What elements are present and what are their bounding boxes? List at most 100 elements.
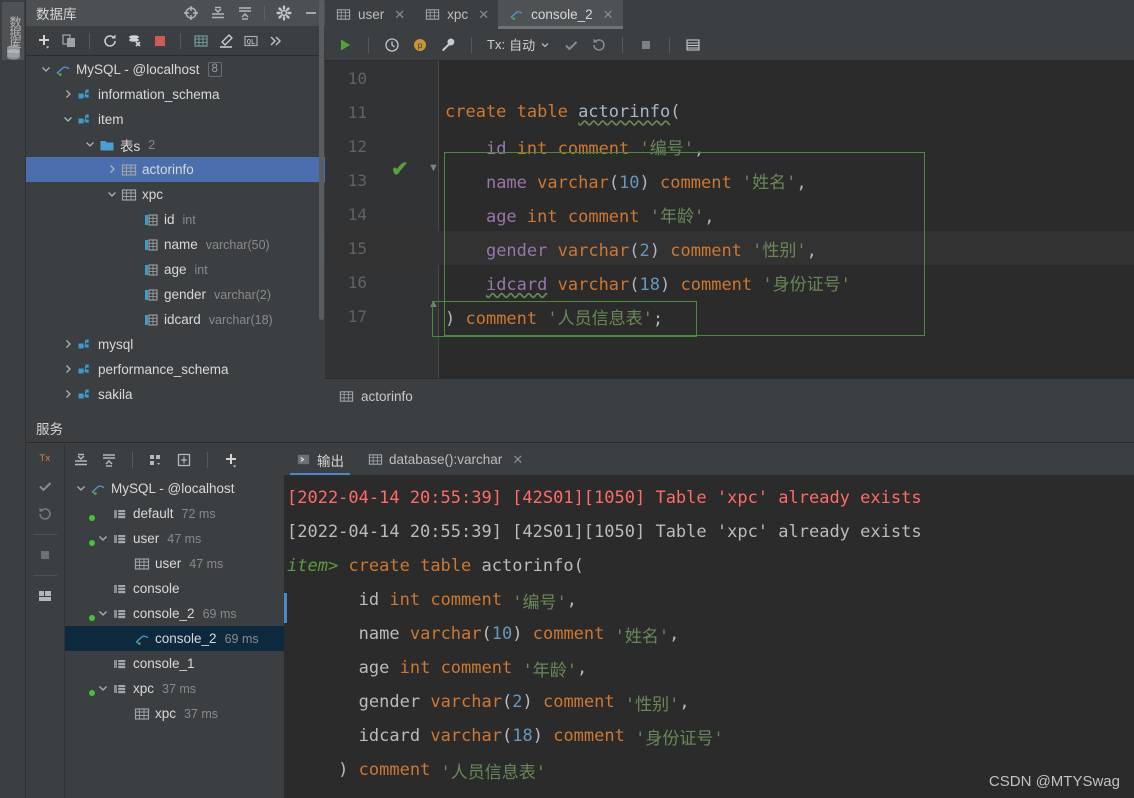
chevron-down-icon[interactable] <box>106 188 119 201</box>
tree-item-information_schema[interactable]: information_schema <box>26 82 325 107</box>
chevron-down-icon[interactable] <box>97 607 110 620</box>
code-line[interactable]: 13 name varchar(10) comment '姓名', <box>325 163 1134 197</box>
crosshair-locate-icon[interactable] <box>183 5 199 21</box>
stop-icon[interactable] <box>37 547 53 563</box>
editor-tab-console_2[interactable]: console_2 ✕ <box>498 0 624 29</box>
chevron-right-icon[interactable] <box>62 88 75 101</box>
run-icon[interactable] <box>337 37 353 53</box>
service-tree-item-xpc[interactable]: xpc 37 ms <box>65 701 284 726</box>
chevron-down-icon[interactable] <box>75 482 88 495</box>
history-icon[interactable] <box>384 37 400 53</box>
tree-item-actorinfo[interactable]: actorinfo <box>26 157 325 182</box>
tree-item-gender[interactable]: gender varchar(2) <box>26 282 325 307</box>
code-line[interactable]: 11 create table actorinfo( <box>325 95 1134 129</box>
service-tree-item-console_2[interactable]: console_2 69 ms <box>65 601 284 626</box>
tree-item-performance_schema[interactable]: performance_schema <box>26 357 325 382</box>
layout-icon[interactable] <box>37 588 53 604</box>
tree-item-mysql[interactable]: mysql <box>26 332 325 357</box>
rollback-icon[interactable] <box>591 37 607 53</box>
close-icon[interactable]: ✕ <box>394 7 405 23</box>
service-tree-item-user[interactable]: user 47 ms <box>65 526 284 551</box>
commit-check-icon[interactable] <box>37 478 53 494</box>
database-icon[interactable] <box>5 44 22 61</box>
expand-all-icon[interactable] <box>210 5 226 21</box>
code-line[interactable]: 12 id int comment '编号', <box>325 129 1134 163</box>
close-icon[interactable]: ✕ <box>603 7 614 23</box>
service-tree-item-user[interactable]: user 47 ms <box>65 551 284 576</box>
service-tree-item-console_1[interactable]: console_1 <box>65 651 284 676</box>
new-window-icon[interactable] <box>176 452 192 468</box>
tree-item-age[interactable]: age int <box>26 257 325 282</box>
chevron-down-icon[interactable] <box>40 63 53 76</box>
code-line[interactable]: 10 <box>325 61 1134 95</box>
commit-icon[interactable] <box>563 37 579 53</box>
result-tab-actorinfo[interactable]: actorinfo <box>325 379 427 413</box>
chevron-right-icon[interactable] <box>62 338 75 351</box>
database-tree[interactable]: MySQL - @localhost 8 information_schema ite… <box>26 57 325 413</box>
sql-editor[interactable]: 10 11 create table actorinfo(12 id int com… <box>325 61 1134 378</box>
service-tree-item-default[interactable]: default 72 ms <box>65 501 284 526</box>
more-chevrons-icon[interactable] <box>268 33 284 49</box>
tree-item-xpc[interactable]: xpc <box>26 182 325 207</box>
code-line[interactable]: 16 idcard varchar(18) comment '身份证号' <box>325 265 1134 299</box>
close-icon[interactable]: ✕ <box>512 452 523 468</box>
code-line[interactable]: 17) comment '人员信息表'; <box>325 299 1134 333</box>
chevron-down-icon[interactable] <box>97 682 110 695</box>
p-badge-icon[interactable]: p <box>412 37 428 53</box>
expand-all-icon[interactable] <box>73 452 89 468</box>
services-tree[interactable]: MySQL - @localhost default 72 ms user 47 ms u… <box>65 476 284 798</box>
output-tab-databasevarchar[interactable]: database():varchar ✕ <box>356 444 535 475</box>
chevron-down-icon[interactable] <box>97 532 110 545</box>
editor-tab-xpc[interactable]: xpc ✕ <box>414 0 498 29</box>
tx-icon[interactable]: Tx <box>37 450 53 466</box>
editor-lines[interactable]: 10 11 create table actorinfo(12 id int com… <box>325 61 1134 333</box>
code-line[interactable]: 15 gender varchar(2) comment '性别', <box>325 231 1134 265</box>
tree-item-item[interactable]: item <box>26 107 325 132</box>
chevron-right-icon[interactable] <box>62 363 75 376</box>
fold-end-icon[interactable]: ▲ <box>428 298 439 310</box>
tree-item-s[interactable]: 表s 2 <box>26 132 325 157</box>
service-tree-item-mysqllocalhost[interactable]: MySQL - @localhost <box>65 476 284 501</box>
refresh-icon[interactable] <box>102 33 118 49</box>
tree-item-name[interactable]: name varchar(50) <box>26 232 325 257</box>
tree-item-sakila[interactable]: sakila <box>26 382 325 407</box>
data-output-icon[interactable] <box>685 37 701 53</box>
session-icon <box>114 509 126 518</box>
tree-item-id[interactable]: id int <box>26 207 325 232</box>
output-console[interactable]: [2022-04-14 20:55:39] [42S01][1050] Tabl… <box>284 475 1134 798</box>
output-tab-[interactable]: 输出 <box>284 444 356 475</box>
service-tree-item-console[interactable]: console <box>65 576 284 601</box>
stop-icon[interactable] <box>152 33 168 49</box>
stop-icon[interactable] <box>638 37 654 53</box>
chevron-right-icon[interactable] <box>62 388 75 401</box>
collapse-all-icon[interactable] <box>101 452 117 468</box>
chevron-down-icon[interactable] <box>84 138 97 151</box>
db-sync-icon[interactable] <box>127 33 143 49</box>
group-icon[interactable] <box>148 452 164 468</box>
add-icon[interactable] <box>36 33 52 49</box>
minimize-icon[interactable] <box>303 5 319 21</box>
fold-collapse-icon[interactable]: ▼ <box>428 162 439 174</box>
services-tree-column: MySQL - @localhost default 72 ms user 47 ms u… <box>65 444 284 798</box>
rollback-icon[interactable] <box>37 506 53 522</box>
database-tree-scrollbar[interactable] <box>319 0 324 320</box>
wrench-icon[interactable] <box>440 37 456 53</box>
chevron-down-icon[interactable] <box>62 113 75 126</box>
edit-icon[interactable] <box>218 33 234 49</box>
close-icon[interactable]: ✕ <box>478 7 489 23</box>
tree-item-mysqllocalhost[interactable]: MySQL - @localhost 8 <box>26 57 325 82</box>
tree-item-label: MySQL - @localhost <box>76 62 200 77</box>
collapse-all-icon[interactable] <box>237 5 253 21</box>
transaction-mode-selector[interactable]: Tx: 自动 <box>487 35 551 54</box>
editor-tab-user[interactable]: user ✕ <box>325 0 414 29</box>
add-icon[interactable] <box>223 452 239 468</box>
query-console-icon[interactable]: QL <box>243 33 259 49</box>
gear-icon[interactable] <box>276 5 292 21</box>
copy-icon[interactable] <box>61 33 77 49</box>
service-tree-item-xpc[interactable]: xpc 37 ms <box>65 676 284 701</box>
tree-item-idcard[interactable]: idcard varchar(18) <box>26 307 325 332</box>
service-tree-item-console_2[interactable]: console_2 69 ms <box>65 626 284 651</box>
chevron-right-icon[interactable] <box>106 163 119 176</box>
table-view-icon[interactable] <box>193 33 209 49</box>
code-line[interactable]: 14 age int comment '年龄', <box>325 197 1134 231</box>
